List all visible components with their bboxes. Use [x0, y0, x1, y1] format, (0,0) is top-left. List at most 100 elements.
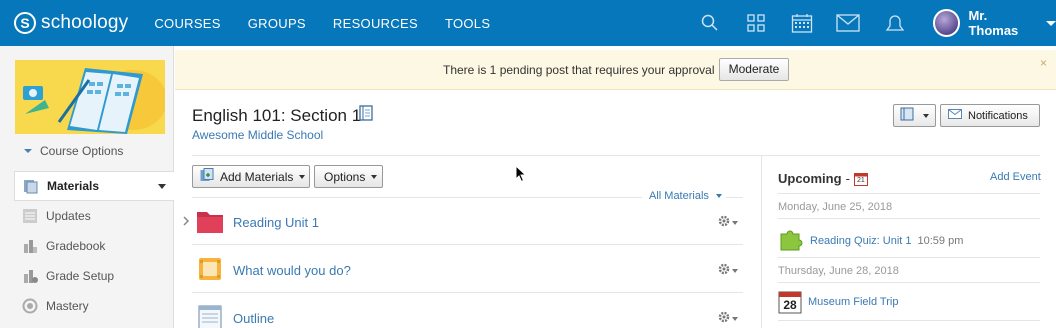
- gear-icon: [718, 263, 730, 278]
- logo-mark: S: [14, 12, 36, 34]
- chevron-down-icon: [732, 316, 738, 321]
- chevron-down-icon: [371, 174, 378, 179]
- chevron-down-icon: [158, 183, 166, 189]
- header-divider: [192, 155, 1040, 156]
- course-options-menu[interactable]: Course Options: [24, 144, 123, 158]
- material-row-folder[interactable]: Reading Unit 1: [192, 198, 743, 245]
- nav-link-resources[interactable]: RESOURCES: [333, 16, 418, 31]
- upcoming-divider: [778, 218, 1040, 219]
- upcoming-divider: [778, 257, 1040, 258]
- material-title[interactable]: Reading Unit 1: [233, 215, 319, 230]
- sidebar-item-label: Updates: [46, 209, 91, 223]
- upcoming-divider: [778, 320, 1040, 321]
- banner-message: There is 1 pending post that requires yo…: [443, 63, 715, 77]
- close-icon[interactable]: ×: [1040, 56, 1047, 70]
- puzzle-icon: [778, 226, 804, 255]
- envelope-icon: [948, 109, 962, 122]
- folder-icon: [196, 208, 224, 234]
- mastery-icon: [22, 298, 38, 314]
- event-link[interactable]: Museum Field Trip: [808, 296, 898, 308]
- upcoming-event: Reading Quiz: Unit 1 10:59 pm: [778, 226, 963, 255]
- material-row-page[interactable]: Outline: [192, 294, 743, 328]
- course-sidebar: Course Options Materials Updates Gradebo…: [0, 46, 174, 328]
- upcoming-divider: [778, 193, 1040, 194]
- notebook-icon: [900, 107, 914, 124]
- mail-icon[interactable]: [834, 9, 862, 37]
- chevron-down-icon: [299, 174, 306, 179]
- sidebar-item-label: Materials: [47, 179, 100, 193]
- nav-link-tools[interactable]: TOOLS: [445, 16, 490, 31]
- gear-menu[interactable]: [718, 215, 738, 230]
- sidebar-item-materials[interactable]: Materials: [14, 171, 174, 201]
- nav-link-groups[interactable]: GROUPS: [248, 16, 306, 31]
- add-materials-label: Add Materials: [220, 169, 294, 184]
- calendar-day: 21: [857, 176, 865, 184]
- updates-icon: [22, 208, 38, 224]
- calendar-event-icon: 28: [778, 290, 802, 314]
- chevron-right-icon[interactable]: [182, 215, 190, 230]
- apps-grid-icon[interactable]: [742, 9, 770, 37]
- course-notebook-icon[interactable]: [359, 105, 373, 124]
- upcoming-date: Monday, June 25, 2018: [778, 201, 893, 213]
- sidebar-item-gradebook[interactable]: Gradebook: [14, 231, 174, 261]
- upcoming-event: 28 Museum Field Trip: [778, 290, 898, 314]
- user-name: Mr. Thomas: [968, 8, 1019, 38]
- chevron-down-icon: [732, 268, 738, 273]
- discussion-icon: [196, 256, 224, 282]
- sidebar-item-label: Grade Setup: [46, 269, 115, 283]
- notifications-icon[interactable]: [880, 9, 908, 37]
- notifications-label: Notifications: [968, 109, 1028, 122]
- options-button[interactable]: Options: [314, 165, 383, 188]
- gear-menu[interactable]: [718, 263, 738, 278]
- nav-links: COURSES GROUPS RESOURCES TOOLS: [154, 16, 517, 31]
- page-title: English 101: Section 1: [192, 106, 362, 125]
- sidebar-item-updates[interactable]: Updates: [14, 201, 174, 231]
- add-event-link[interactable]: Add Event: [990, 171, 1041, 183]
- user-menu[interactable]: Mr. Thomas: [933, 8, 1056, 38]
- gradebook-icon: [22, 238, 38, 254]
- chevron-down-icon: [24, 149, 32, 153]
- gear-menu[interactable]: [718, 311, 738, 326]
- nav-icons: [696, 0, 926, 46]
- sidebar-item-label: Mastery: [46, 299, 89, 313]
- calendar-day: 28: [783, 298, 797, 312]
- chevron-down-icon: [1046, 20, 1056, 26]
- add-materials-icon: [200, 168, 214, 185]
- gear-icon: [718, 311, 730, 326]
- sidebar-item-mastery[interactable]: Mastery: [14, 291, 174, 321]
- nav-link-courses[interactable]: COURSES: [154, 16, 220, 31]
- grade-setup-icon: [22, 268, 38, 284]
- logo-text: schoology: [41, 12, 129, 33]
- materials-icon: [23, 178, 39, 194]
- pending-post-banner: There is 1 pending post that requires yo…: [175, 50, 1056, 90]
- chevron-down-icon: [922, 113, 929, 118]
- material-title[interactable]: Outline: [233, 311, 274, 326]
- school-link[interactable]: Awesome Middle School: [192, 128, 323, 142]
- upcoming-separator: -: [845, 171, 850, 186]
- avatar: [933, 9, 961, 37]
- column-divider: [761, 156, 762, 328]
- material-title[interactable]: What would you do?: [233, 263, 351, 278]
- notifications-button[interactable]: Notifications: [940, 104, 1040, 127]
- schoology-logo[interactable]: S schoology: [14, 12, 128, 34]
- calendar-icon[interactable]: [788, 9, 816, 37]
- event-link[interactable]: Reading Quiz: Unit 1: [810, 235, 912, 247]
- upcoming-date: Thursday, June 28, 2018: [778, 265, 899, 277]
- upcoming-divider: [778, 282, 1040, 283]
- chevron-down-icon: [732, 220, 738, 225]
- top-navigation-bar: S schoology COURSES GROUPS RESOURCES TOO…: [0, 0, 1056, 46]
- sidebar-item-grade-setup[interactable]: Grade Setup: [14, 261, 174, 291]
- moderate-button[interactable]: Moderate: [719, 58, 789, 81]
- add-materials-button[interactable]: Add Materials: [192, 165, 310, 188]
- mouse-cursor-icon: [515, 164, 527, 186]
- options-label: Options: [324, 169, 366, 184]
- course-view-dropdown[interactable]: [893, 104, 936, 127]
- upcoming-heading: Upcoming - 21: [778, 171, 868, 186]
- calendar-icon[interactable]: 21: [853, 172, 868, 186]
- page-icon: [196, 304, 224, 328]
- sidebar-item-label: Gradebook: [46, 239, 106, 253]
- material-row-discussion[interactable]: What would you do?: [192, 246, 743, 293]
- event-time: 10:59 pm: [917, 234, 964, 247]
- course-options-label: Course Options: [40, 144, 124, 158]
- search-icon[interactable]: [696, 9, 724, 37]
